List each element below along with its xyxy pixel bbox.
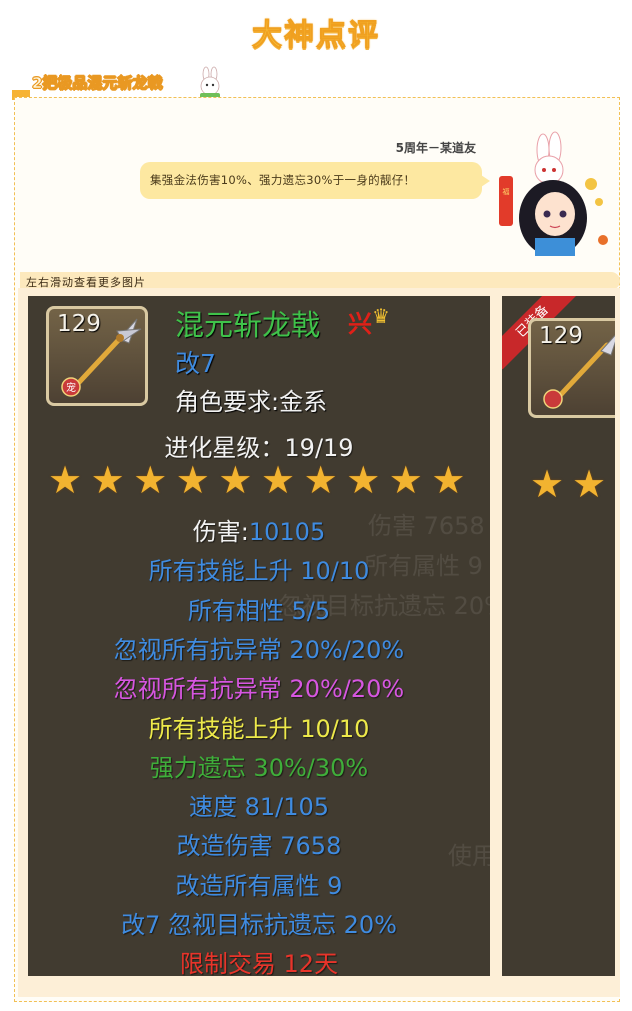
weapon-name-mark: 兴	[348, 310, 372, 338]
weapon-modification: 改7	[175, 349, 216, 378]
weapon-icon-box: 129 宠	[46, 306, 148, 406]
crown-icon: ♛	[372, 304, 390, 328]
star-icon: ★	[218, 458, 253, 502]
item-tooltip-screenshot[interactable]: 伤害 7658 所有属性 9 忽视目标抗遗忘 20% 使用 129 宠 混元斩龙…	[28, 296, 490, 976]
avatar-girl-bunny-illustration: 福	[499, 131, 608, 256]
star-rating: ★ ★ ★ ★ ★ ★ ★ ★ ★ ★	[48, 458, 468, 502]
stat-line: 限制交易 12天	[179, 950, 339, 976]
section-title: 2把极品混元斩龙戟	[32, 74, 163, 93]
weapon-name: 混元斩龙戟	[175, 308, 321, 342]
stat-line: 改7 忽视目标抗遗忘 20%	[121, 911, 397, 939]
star-icon: ★	[431, 458, 466, 502]
bunny-sticker-icon	[200, 66, 220, 99]
star-icon: ★	[48, 458, 83, 502]
weapon-requirement: 角色要求:金系	[175, 388, 328, 416]
main-title: 大神点评	[252, 18, 380, 54]
stat-line: 忽视所有抗异常 20%/20%	[113, 675, 405, 704]
star-icon: ★	[90, 458, 125, 502]
comment-author: 5周年－某道友	[395, 141, 476, 155]
star-icon: ★	[388, 458, 423, 502]
icon-mark-text: 宠	[66, 381, 76, 394]
stat-line: 所有相性 5/5	[187, 596, 331, 625]
halberd-weapon-icon	[543, 334, 615, 409]
halberd-weapon-icon: 宠	[61, 318, 142, 397]
stat-line: 忽视所有抗异常 20%/20%	[113, 635, 405, 664]
item-tooltip-screenshot-2[interactable]: 已装备 129 ★ ★	[502, 296, 615, 976]
star-icon: ★	[303, 458, 338, 502]
stat-line: 速度 81/105	[188, 793, 330, 822]
star-icon: ★	[346, 458, 381, 502]
stat-line: 强力遗忘 30%/30%	[149, 753, 369, 782]
star-icon: ★	[133, 458, 168, 502]
stat-line: 伤害:10105	[192, 518, 326, 546]
stat-line: 改造所有属性 9	[175, 871, 343, 900]
star-icon: ★	[175, 458, 210, 502]
stat-line: 所有技能上升 10/10	[148, 557, 370, 586]
weapon-icon-box-2: 129	[528, 318, 615, 418]
comment-text: 集强金法伤害10%、强力遗忘30%于一身的靓仔！	[150, 173, 416, 187]
stat-line: 改造伤害 7658	[176, 832, 342, 861]
star-icon: ★	[530, 462, 565, 506]
stat-line: 所有技能上升 10/10	[148, 714, 370, 743]
svg-text:福: 福	[503, 187, 510, 196]
star-icon: ★	[261, 458, 296, 502]
star-icon: ★	[572, 462, 607, 506]
